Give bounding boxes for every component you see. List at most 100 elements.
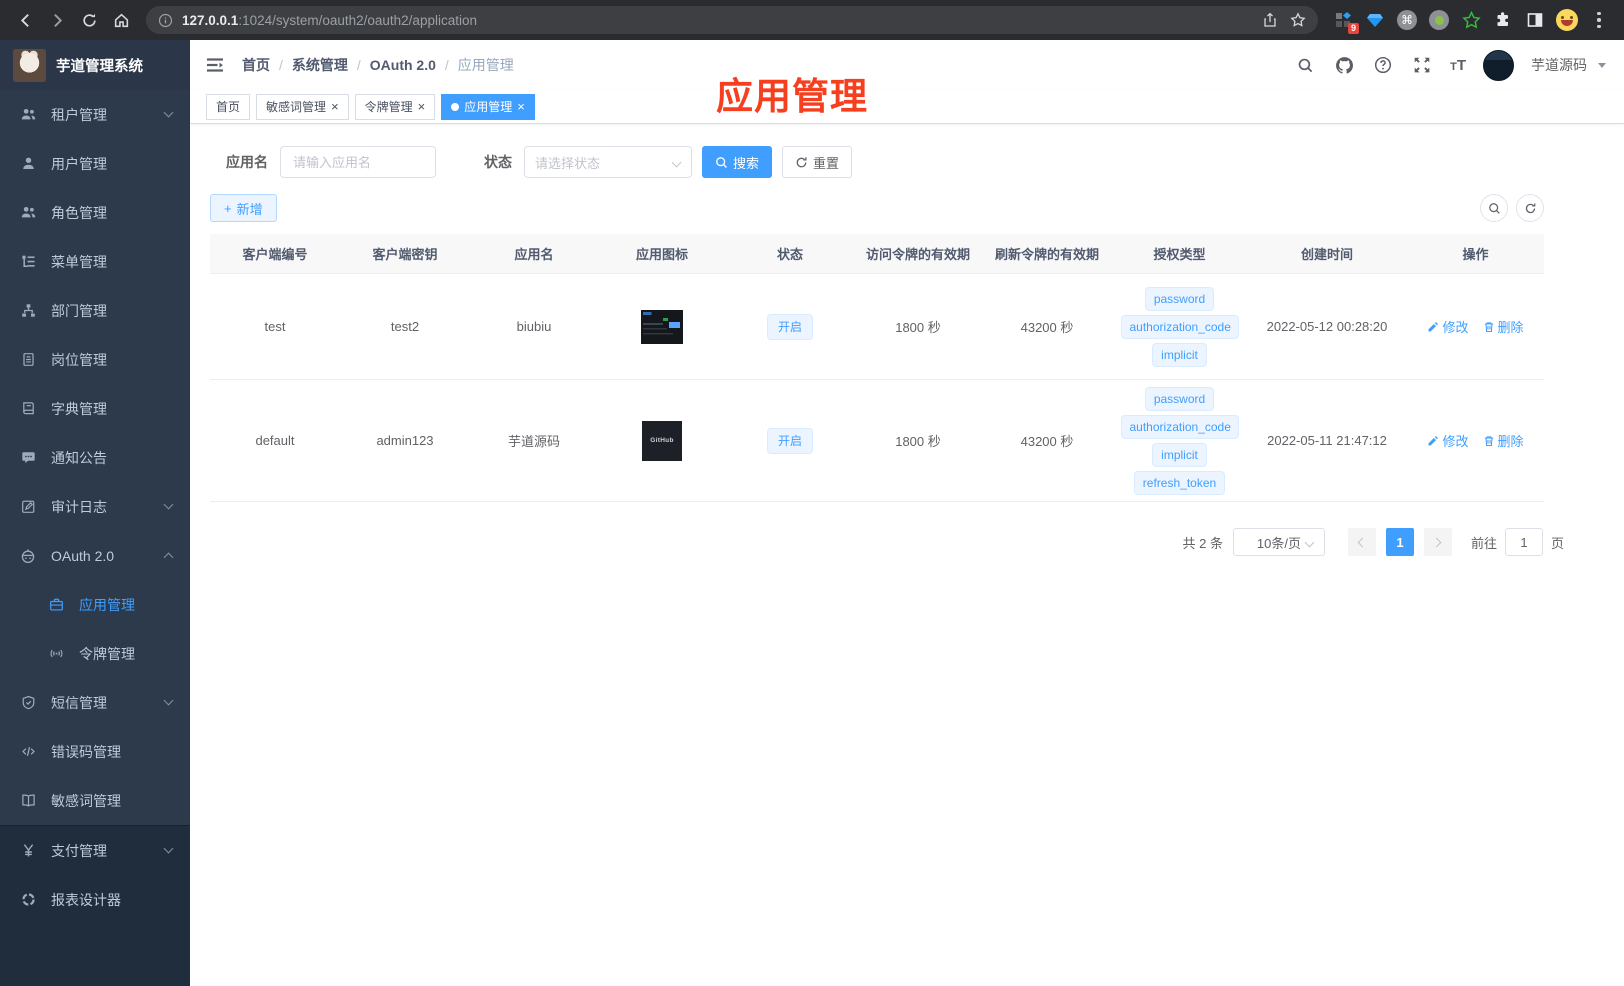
roles-icon bbox=[20, 205, 36, 220]
browser-back-icon[interactable] bbox=[10, 5, 40, 35]
sidebar-item-oauth-token[interactable]: 令牌管理 bbox=[0, 629, 190, 678]
edit-link[interactable]: 修改 bbox=[1427, 431, 1469, 450]
bookmark-star-icon[interactable] bbox=[1284, 7, 1312, 33]
col-header-grant-types: 授权类型 bbox=[1153, 247, 1206, 262]
site-info-icon[interactable] bbox=[158, 13, 173, 28]
page-number-button[interactable]: 1 bbox=[1385, 528, 1414, 556]
sidebar-item-label: 菜单管理 bbox=[51, 253, 107, 270]
breadcrumb-home[interactable]: 首页 bbox=[242, 55, 270, 75]
username[interactable]: 芋道源码 bbox=[1531, 55, 1587, 75]
app-name-input[interactable] bbox=[280, 146, 436, 178]
chevron-down-icon bbox=[163, 499, 174, 510]
share-icon[interactable] bbox=[1256, 7, 1284, 33]
edit-link[interactable]: 修改 bbox=[1427, 317, 1469, 336]
goto-page-input[interactable] bbox=[1504, 528, 1543, 556]
browser-menu-icon[interactable] bbox=[1584, 5, 1614, 35]
github-icon[interactable] bbox=[1333, 54, 1355, 76]
refresh-table-button[interactable] bbox=[1516, 194, 1544, 222]
delete-link[interactable]: 删除 bbox=[1483, 431, 1524, 450]
cell-app-name: biubiu bbox=[516, 319, 552, 334]
search-button[interactable]: 搜索 bbox=[702, 146, 772, 178]
toggle-search-button[interactable] bbox=[1480, 194, 1508, 222]
user-avatar[interactable] bbox=[1483, 49, 1514, 81]
status-badge: 开启 bbox=[766, 427, 813, 454]
command-glyph: ⌘ bbox=[1397, 10, 1417, 30]
extension-gem-icon[interactable] bbox=[1360, 5, 1390, 35]
reset-button[interactable]: 重置 bbox=[782, 146, 852, 178]
search-icon[interactable] bbox=[1294, 54, 1316, 76]
col-header-actions: 操作 bbox=[1462, 247, 1489, 262]
breadcrumb-oauth[interactable]: OAuth 2.0 bbox=[370, 57, 436, 73]
address-bar[interactable]: 127.0.0.1:1024/system/oauth2/oauth2/appl… bbox=[146, 6, 1318, 34]
top-navbar: 首页 / 系统管理 / OAuth 2.0 / 应用管理 TT 芋道源码 bbox=[190, 40, 1624, 90]
sidebar-item-pay[interactable]: 支付管理 bbox=[0, 826, 190, 875]
split-view-icon[interactable] bbox=[1520, 5, 1550, 35]
pagination: 共 2 条 10条/页 1 前往 页 bbox=[210, 528, 1564, 556]
fullscreen-icon[interactable] bbox=[1411, 54, 1433, 76]
user-menu-caret-icon[interactable] bbox=[1598, 62, 1606, 68]
extension-star-icon[interactable] bbox=[1456, 5, 1486, 35]
breadcrumb-system[interactable]: 系统管理 bbox=[292, 55, 348, 75]
briefcase-icon bbox=[48, 597, 64, 612]
browser-reload-icon[interactable] bbox=[74, 5, 104, 35]
sidebar-item-oauth-application[interactable]: 应用管理 bbox=[0, 580, 190, 629]
cell-app-icon: GitHub bbox=[598, 420, 726, 461]
sidebar-item-errcode[interactable]: 错误码管理 bbox=[0, 727, 190, 776]
sidebar-item-label: 通知公告 bbox=[51, 449, 107, 466]
tab-application[interactable]: 应用管理 × bbox=[441, 93, 535, 120]
sidebar-item-audit-log[interactable]: 审计日志 bbox=[0, 482, 190, 531]
extension-command-icon[interactable]: ⌘ bbox=[1392, 5, 1422, 35]
font-size-icon[interactable]: TT bbox=[1450, 57, 1466, 74]
sidebar-item-dept[interactable]: 部门管理 bbox=[0, 286, 190, 335]
sidebar-item-notice[interactable]: 通知公告 bbox=[0, 433, 190, 482]
sidebar-collapse-icon[interactable] bbox=[204, 54, 226, 76]
sidebar-item-sms[interactable]: 短信管理 bbox=[0, 678, 190, 727]
search-icon bbox=[1488, 202, 1500, 214]
sidebar-item-role[interactable]: 角色管理 bbox=[0, 188, 190, 237]
sidebar-item-sensitive-word[interactable]: 敏感词管理 bbox=[0, 776, 190, 825]
sidebar-item-label: 敏感词管理 bbox=[51, 792, 121, 809]
status-select[interactable]: 请选择状态 bbox=[524, 146, 692, 178]
sidebar-item-user[interactable]: 用户管理 bbox=[0, 139, 190, 188]
add-button[interactable]: + 新增 bbox=[210, 194, 277, 222]
dictionary-icon bbox=[20, 401, 36, 416]
page-size-select[interactable]: 10条/页 bbox=[1232, 528, 1325, 556]
open-book-icon bbox=[20, 793, 36, 808]
sidebar-item-post[interactable]: 岗位管理 bbox=[0, 335, 190, 384]
cell-created: 2022-05-11 21:47:12 bbox=[1267, 433, 1387, 448]
delete-link[interactable]: 删除 bbox=[1483, 317, 1524, 336]
extension-grid-icon[interactable]: 9 bbox=[1328, 5, 1359, 35]
sidebar-item-tenant[interactable]: 租户管理 bbox=[0, 90, 190, 139]
extension-record-icon[interactable] bbox=[1424, 5, 1454, 35]
profile-avatar-icon[interactable] bbox=[1552, 5, 1582, 35]
tab-token[interactable]: 令牌管理 × bbox=[354, 93, 436, 120]
sidebar-item-oauth[interactable]: OAuth 2.0 bbox=[0, 531, 190, 580]
sidebar-item-label: 应用管理 bbox=[79, 596, 135, 613]
sidebar-item-label: 令牌管理 bbox=[79, 645, 135, 662]
reset-button-label: 重置 bbox=[812, 155, 839, 171]
breadcrumb: 首页 / 系统管理 / OAuth 2.0 / 应用管理 bbox=[242, 55, 514, 75]
trash-icon bbox=[1484, 435, 1493, 446]
sidebar-item-menu[interactable]: 菜单管理 bbox=[0, 237, 190, 286]
close-icon[interactable]: × bbox=[331, 100, 339, 113]
browser-forward-icon[interactable] bbox=[42, 5, 72, 35]
browser-home-icon[interactable] bbox=[106, 5, 136, 35]
cell-refresh-ttl: 43200 秒 bbox=[1020, 320, 1074, 335]
tab-home[interactable]: 首页 bbox=[206, 93, 251, 120]
next-page-button[interactable] bbox=[1423, 528, 1452, 556]
breadcrumb-separator: / bbox=[279, 57, 283, 73]
prev-page-button[interactable] bbox=[1347, 528, 1376, 556]
extensions-puzzle-icon[interactable] bbox=[1488, 5, 1518, 35]
sidebar-item-report-designer[interactable]: 报表设计器 bbox=[0, 875, 190, 924]
sidebar-item-label: 审计日志 bbox=[51, 498, 107, 515]
chevron-down-icon bbox=[1304, 537, 1315, 548]
help-icon[interactable] bbox=[1372, 54, 1394, 76]
cell-grant-types: password authorization_code implicit ref… bbox=[1112, 386, 1247, 495]
close-icon[interactable]: × bbox=[418, 100, 426, 113]
sidebar-item-dict[interactable]: 字典管理 bbox=[0, 384, 190, 433]
cell-actions: 修改 删除 bbox=[1407, 317, 1544, 336]
app-logo-bar[interactable]: 芋道管理系统 bbox=[0, 40, 190, 90]
grant-tag: implicit bbox=[1152, 442, 1207, 467]
tab-sensitive-word[interactable]: 敏感词管理 × bbox=[256, 93, 349, 120]
close-icon[interactable]: × bbox=[517, 100, 525, 113]
